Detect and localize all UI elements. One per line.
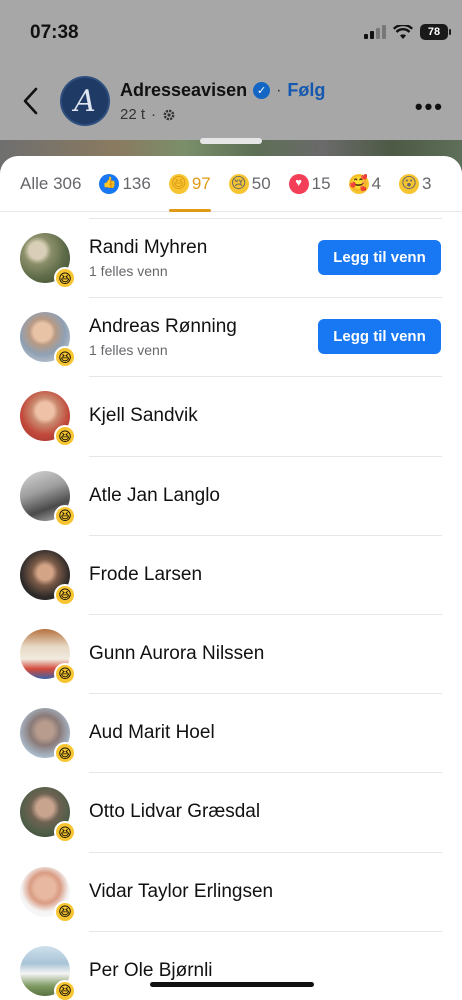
battery-level: 78	[427, 26, 441, 38]
haha-reaction-icon: 😆	[54, 979, 76, 1000]
avatar-wrap: 😆	[20, 233, 76, 289]
avatar-wrap: 😆	[20, 391, 76, 448]
mutual-friends: 1 felles venn	[89, 263, 168, 279]
tab-care[interactable]: 🥰 4	[348, 156, 382, 212]
person-name[interactable]: Atle Jan Langlo	[89, 485, 220, 507]
home-indicator	[150, 982, 314, 987]
tab-love[interactable]: ♥ 15	[288, 156, 331, 212]
tab-haha-count: 97	[191, 173, 211, 193]
tab-all[interactable]: Alle 306	[20, 156, 81, 212]
person-name[interactable]: Vidar Taylor Erlingsen	[89, 881, 273, 903]
follow-button[interactable]: Følg	[287, 80, 325, 101]
page-avatar[interactable]: A	[60, 76, 110, 126]
love-icon: ♥	[288, 173, 309, 194]
list-item[interactable]: 😆 Andreas Rønning 1 felles venn Legg til…	[0, 298, 462, 378]
page-name[interactable]: Adresseavisen	[120, 80, 247, 101]
tab-wow-count: 3	[422, 173, 432, 193]
sad-icon: 😢	[228, 173, 249, 194]
separator-dot: ·	[276, 81, 282, 99]
tab-all-label: Alle 306	[20, 173, 82, 193]
person-name[interactable]: Gunn Aurora Nilssen	[89, 643, 264, 665]
mutual-friends: 1 felles venn	[89, 342, 168, 359]
tab-haha[interactable]: 😆 97	[168, 156, 211, 212]
post-header: A Adresseavisen ✓ · Følg 22 t · •••	[0, 66, 462, 136]
tab-like[interactable]: 👍 136	[99, 156, 151, 212]
tab-wow[interactable]: 😮 3	[399, 156, 432, 212]
haha-reaction-icon: 😆	[54, 662, 76, 685]
avatar-wrap: 😆	[20, 866, 76, 923]
haha-reaction-icon: 😆	[54, 267, 76, 289]
reactions-sheet: Alle 306 👍 136 😆 97 😢 50 ♥ 15 🥰 4 😮 3 😆 …	[0, 156, 462, 1000]
person-name[interactable]: Randi Myhren	[89, 237, 207, 259]
page-name-row: Adresseavisen ✓ · Følg	[120, 80, 325, 101]
list-item[interactable]: 😆 Aud Marit Hoel	[0, 694, 462, 774]
page-avatar-letter: A	[74, 83, 96, 119]
care-icon: 🥰	[348, 173, 369, 194]
haha-reaction-icon: 😆	[54, 900, 76, 923]
settings-gear-icon	[163, 109, 175, 120]
person-name[interactable]: Otto Lidvar Græsdal	[89, 801, 260, 823]
haha-reaction-icon: 😆	[54, 346, 76, 369]
list-item[interactable]: 😆 Atle Jan Langlo	[0, 457, 462, 536]
haha-reaction-icon: 😆	[54, 821, 76, 844]
avatar-wrap: 😆	[20, 787, 76, 844]
haha-reaction-icon: 😆	[54, 742, 76, 765]
more-options-button[interactable]: •••	[415, 94, 444, 120]
post-age: 22 t	[120, 106, 146, 123]
add-friend-button[interactable]: Legg til venn	[318, 319, 441, 355]
avatar-wrap: 😆	[20, 945, 76, 1000]
tab-care-count: 4	[371, 173, 382, 193]
haha-icon: 😆	[168, 173, 189, 194]
status-bar: 07:38 78	[0, 0, 462, 62]
reactor-list: 😆 Randi Myhren 1 felles venn Legg til ve…	[0, 219, 462, 1000]
tab-like-count: 136	[122, 173, 151, 193]
sheet-grabber-handle[interactable]	[200, 138, 262, 144]
status-time: 07:38	[30, 22, 79, 43]
avatar-wrap: 😆	[20, 708, 76, 765]
person-name[interactable]: Kjell Sandvik	[89, 405, 198, 427]
haha-reaction-icon: 😆	[54, 425, 76, 448]
chevron-left-icon	[23, 87, 38, 115]
person-name[interactable]: Andreas Rønning	[89, 316, 237, 338]
haha-reaction-icon: 😆	[54, 504, 76, 527]
avatar-wrap: 😆	[20, 312, 76, 369]
avatar-wrap: 😆	[20, 470, 76, 527]
post-meta: 22 t ·	[120, 106, 176, 123]
person-name[interactable]: Frode Larsen	[89, 564, 202, 586]
haha-reaction-icon: 😆	[54, 583, 76, 606]
battery-icon: 78	[420, 24, 451, 40]
list-item[interactable]: 😆 Randi Myhren 1 felles venn Legg til ve…	[0, 219, 462, 299]
avatar-wrap: 😆	[20, 549, 76, 606]
back-button[interactable]	[16, 84, 44, 118]
like-icon: 👍	[99, 173, 120, 194]
add-friend-button[interactable]: Legg til venn	[318, 240, 441, 275]
dot-separator: ·	[151, 106, 157, 123]
verified-badge-icon: ✓	[253, 82, 271, 99]
list-item[interactable]: 😆 Kjell Sandvik	[0, 377, 462, 457]
tab-sad-count: 50	[251, 173, 271, 193]
wifi-icon	[393, 24, 413, 39]
list-item[interactable]: 😆 Otto Lidvar Græsdal	[0, 773, 462, 853]
person-name[interactable]: Per Ole Bjørnli	[89, 960, 213, 982]
wow-icon: 😮	[399, 173, 420, 194]
tab-sad[interactable]: 😢 50	[228, 156, 271, 212]
list-item[interactable]: 😆 Frode Larsen	[0, 536, 462, 616]
signal-icon	[364, 25, 386, 39]
list-item[interactable]: 😆 Vidar Taylor Erlingsen	[0, 853, 462, 932]
status-icons: 78	[364, 24, 451, 40]
list-item[interactable]: 😆 Per Ole Bjørnli	[0, 932, 462, 1000]
tab-love-count: 15	[311, 173, 331, 193]
person-name[interactable]: Aud Marit Hoel	[89, 722, 215, 744]
avatar-wrap: 😆	[20, 628, 76, 685]
list-item[interactable]: 😆 Gunn Aurora Nilssen	[0, 615, 462, 695]
reaction-tabs: Alle 306 👍 136 😆 97 😢 50 ♥ 15 🥰 4 😮 3	[0, 156, 462, 212]
